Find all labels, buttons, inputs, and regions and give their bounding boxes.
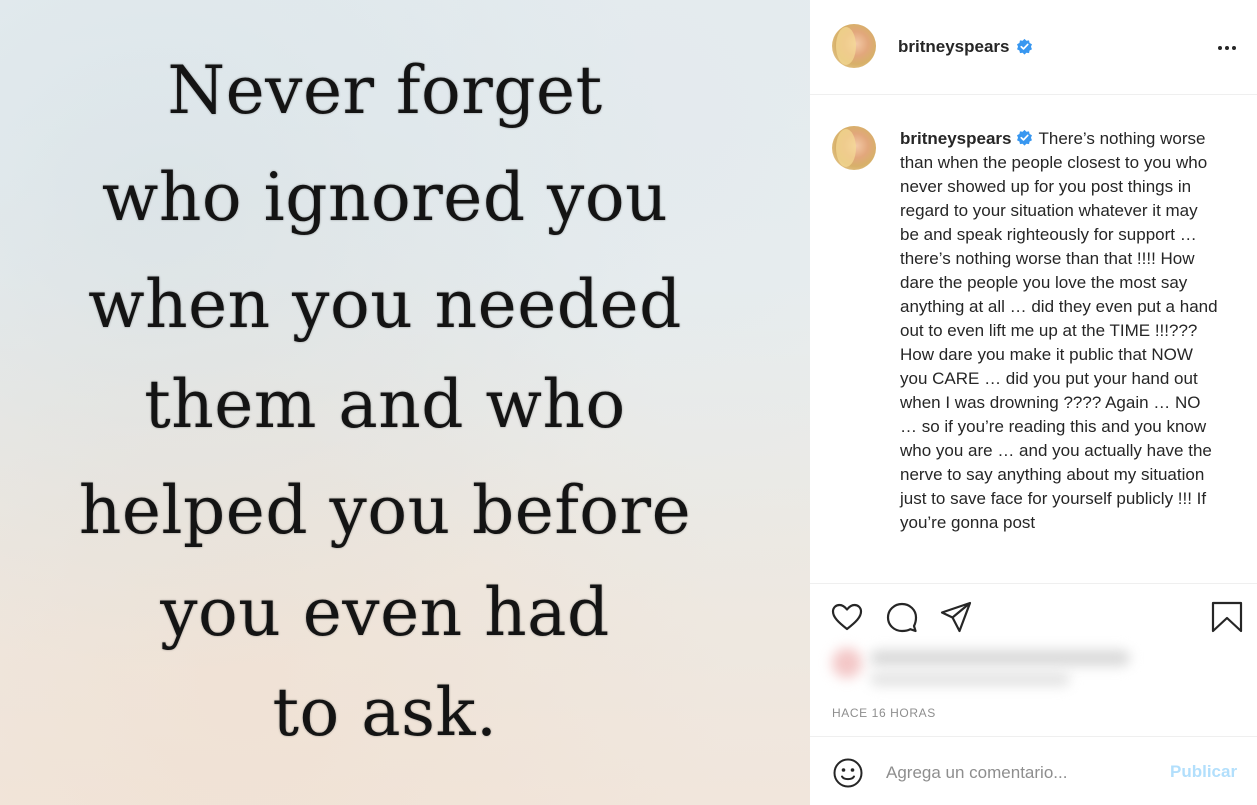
comment-bar: Publicar bbox=[810, 736, 1257, 805]
comment-icon[interactable] bbox=[885, 600, 919, 634]
post-sidebar: britneyspears britneyspears There’s noth… bbox=[810, 0, 1257, 805]
caption-body: britneyspears There’s nothing worse than… bbox=[900, 127, 1220, 535]
blurred-likes-text bbox=[870, 672, 1070, 686]
verified-badge-icon bbox=[1017, 38, 1032, 55]
quote-line: Never forget bbox=[167, 52, 603, 129]
post-image[interactable]: Never forget who ignored you when you ne… bbox=[0, 0, 810, 805]
publish-button[interactable]: Publicar bbox=[1170, 762, 1237, 782]
caption-text: There’s nothing worse than when the peop… bbox=[900, 129, 1218, 532]
quote-line: them and who bbox=[144, 366, 626, 443]
avatar[interactable] bbox=[832, 24, 876, 68]
caption-username-link[interactable]: britneyspears bbox=[900, 129, 1012, 148]
post-header: britneyspears bbox=[810, 0, 1257, 95]
post-actions: HACE 16 HORAS bbox=[810, 583, 1257, 736]
emoji-icon[interactable] bbox=[832, 757, 864, 789]
avatar[interactable] bbox=[832, 126, 876, 170]
quote-line: you even had bbox=[160, 574, 610, 651]
comment-input[interactable] bbox=[886, 759, 1156, 787]
more-horizontal-icon[interactable] bbox=[1215, 36, 1239, 60]
share-icon[interactable] bbox=[939, 600, 973, 634]
username-link[interactable]: britneyspears bbox=[898, 37, 1010, 57]
blurred-liker-avatar bbox=[832, 648, 862, 678]
quote-line: who ignored you bbox=[101, 159, 669, 236]
verified-badge-icon bbox=[1016, 129, 1032, 146]
quote-line: when you needed bbox=[88, 266, 682, 343]
bookmark-icon[interactable] bbox=[1210, 600, 1244, 634]
blurred-likes-text bbox=[870, 650, 1130, 666]
quote-line: helped you before bbox=[78, 472, 692, 549]
post-caption: britneyspears There’s nothing worse than… bbox=[810, 96, 1257, 583]
quote-line: to ask. bbox=[272, 674, 498, 751]
heart-icon[interactable] bbox=[830, 600, 864, 634]
post-timestamp[interactable]: HACE 16 HORAS bbox=[832, 706, 936, 720]
